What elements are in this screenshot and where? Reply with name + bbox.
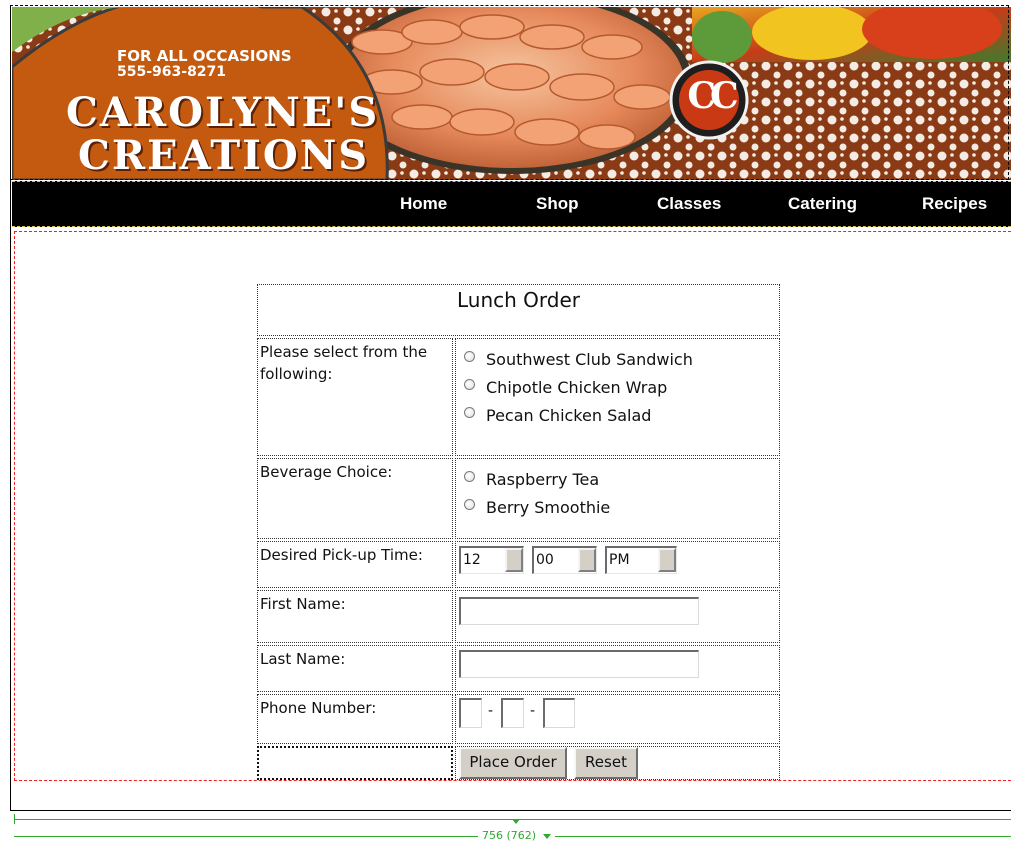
nav-home[interactable]: Home — [400, 194, 447, 214]
chevron-down-icon[interactable] — [542, 833, 551, 839]
menu-label: Please select from the following: — [257, 338, 453, 456]
pickup-hour-select[interactable]: 12 — [459, 546, 524, 574]
ruler-value: 756 (762) — [482, 829, 537, 842]
last-name-cell — [455, 645, 780, 692]
button-cell: Place Order Reset — [455, 746, 780, 780]
menu-option-label: Pecan Chicken Salad — [486, 405, 652, 425]
width-ruler-label[interactable]: 756 (762) — [478, 829, 555, 842]
radio-button-icon[interactable] — [464, 406, 475, 418]
phone-area-code-field[interactable] — [459, 698, 482, 728]
nav-catering[interactable]: Catering — [788, 194, 857, 214]
beverage-option[interactable]: Berry Smoothie — [464, 495, 610, 519]
pickup-period-select[interactable]: PM — [605, 546, 677, 574]
beverage-option[interactable]: Raspberry Tea — [464, 467, 599, 491]
beverage-option-label: Raspberry Tea — [486, 469, 600, 489]
form-title: Lunch Order — [257, 284, 780, 336]
menu-option[interactable]: Southwest Club Sandwich — [464, 347, 693, 371]
nav-recipes[interactable]: Recipes — [922, 194, 987, 214]
menu-option[interactable]: Chipotle Chicken Wrap — [464, 375, 667, 399]
first-name-field[interactable] — [459, 597, 699, 625]
radio-button-icon[interactable] — [464, 498, 475, 510]
dropdown-arrow-icon[interactable] — [578, 548, 596, 572]
phone-prefix-field[interactable] — [501, 698, 524, 728]
header-outline — [10, 5, 1009, 180]
pickup-time-label: Desired Pick-up Time: — [257, 541, 453, 588]
phone-separator: - — [488, 703, 494, 719]
nav-shop[interactable]: Shop — [536, 194, 579, 214]
dropdown-arrow-icon[interactable] — [505, 548, 523, 572]
pickup-period-value: PM — [609, 552, 630, 568]
beverage-option-label: Berry Smoothie — [486, 497, 611, 517]
menu-option-label: Chipotle Chicken Wrap — [486, 377, 668, 397]
reset-button[interactable]: Reset — [574, 747, 638, 779]
last-name-field[interactable] — [459, 650, 699, 678]
pickup-time-cell: 12 00 PM — [455, 541, 780, 588]
beverage-label: Beverage Choice: — [257, 458, 453, 539]
place-order-button[interactable]: Place Order — [459, 747, 567, 779]
phone-number-cell: - - — [455, 694, 780, 744]
radio-button-icon[interactable] — [464, 378, 475, 390]
radio-button-icon[interactable] — [464, 470, 475, 482]
ruler-marker-icon — [512, 819, 520, 824]
menu-option[interactable]: Pecan Chicken Salad — [464, 403, 651, 427]
phone-number-label: Phone Number: — [257, 694, 453, 744]
nav-classes[interactable]: Classes — [657, 194, 721, 214]
phone-separator: - — [530, 703, 536, 719]
pickup-minute-value: 00 — [536, 552, 554, 568]
last-name-label: Last Name: — [257, 645, 453, 692]
menu-option-label: Southwest Club Sandwich — [486, 349, 693, 369]
pickup-minute-select[interactable]: 00 — [532, 546, 597, 574]
empty-button-cell — [257, 746, 453, 780]
dropdown-arrow-icon[interactable] — [658, 548, 676, 572]
beverage-options-cell: Raspberry Tea Berry Smoothie — [455, 458, 780, 539]
first-name-label: First Name: — [257, 590, 453, 643]
phone-line-field[interactable] — [543, 698, 575, 728]
menu-options-cell: Southwest Club Sandwich Chipotle Chicken… — [455, 338, 780, 456]
main-nav: Home Shop Classes Catering Recipes — [12, 181, 1011, 227]
radio-button-icon[interactable] — [464, 350, 475, 362]
first-name-cell — [455, 590, 780, 643]
pickup-hour-value: 12 — [463, 552, 481, 568]
